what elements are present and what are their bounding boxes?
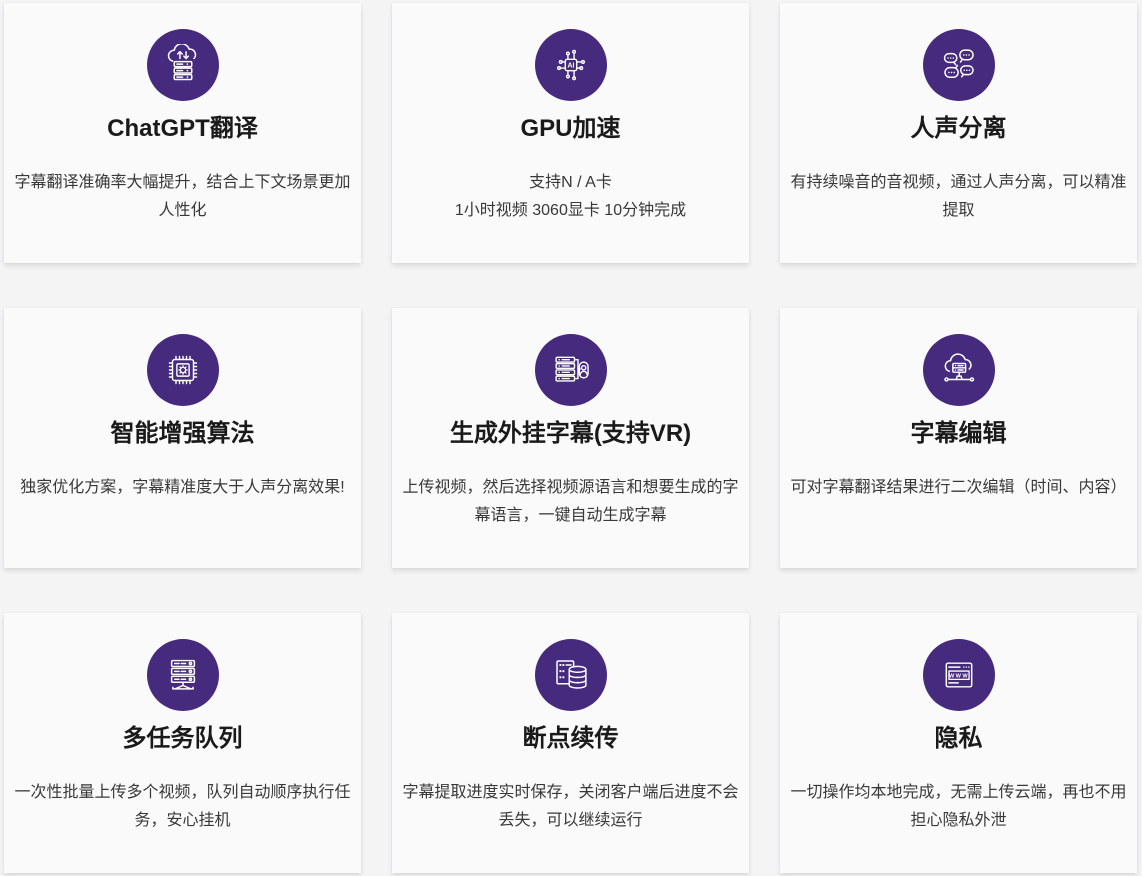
feature-card-subtitle-edit: 字幕编辑 可对字幕翻译结果进行二次编辑（时间、内容） <box>780 308 1137 568</box>
card-description: 一切操作均本地完成，无需上传云端，再也不用担心隐私外泄 <box>791 779 1127 835</box>
server-user-icon <box>550 349 592 391</box>
icon-badge <box>923 334 995 406</box>
feature-card-voice-separation: 人声分离 有持续噪音的音视频，通过人声分离，可以精准提取 <box>780 3 1137 263</box>
card-description: 支持N / A卡 1小时视频 3060显卡 10分钟完成 <box>403 169 739 225</box>
icon-badge <box>147 334 219 406</box>
feature-card-resume-transfer: 断点续传 字幕提取进度实时保存，关闭客户端后进度不会丢失，可以继续运行 <box>392 613 749 873</box>
feature-grid: ChatGPT翻译 字幕翻译准确率大幅提升，结合上下文场景更加人性化 AI GP… <box>0 0 1142 873</box>
server-database-icon <box>550 654 592 696</box>
svg-text:AI: AI <box>567 63 574 70</box>
ai-chip-icon: AI <box>550 44 592 86</box>
card-title: 多任务队列 <box>123 723 243 755</box>
card-title: ChatGPT翻译 <box>107 113 258 145</box>
icon-badge <box>923 29 995 101</box>
card-title: GPU加速 <box>520 113 620 145</box>
icon-badge <box>535 334 607 406</box>
card-title: 字幕编辑 <box>911 418 1007 450</box>
feature-card-chatgpt-translate: ChatGPT翻译 字幕翻译准确率大幅提升，结合上下文场景更加人性化 <box>4 3 361 263</box>
icon-badge <box>147 29 219 101</box>
card-description: 独家优化方案，字幕精准度大于人声分离效果! <box>15 474 351 502</box>
icon-badge <box>535 639 607 711</box>
card-title: 生成外挂字幕(支持VR) <box>450 418 691 450</box>
feature-card-gpu-acceleration: AI GPU加速 支持N / A卡 1小时视频 3060显卡 10分钟完成 <box>392 3 749 263</box>
svg-text:WWW: WWW <box>948 674 968 680</box>
card-description: 上传视频，然后选择视频源语言和想要生成的字幕语言，一键自动生成字幕 <box>403 474 739 530</box>
card-description: 有持续噪音的音视频，通过人声分离，可以精准提取 <box>791 169 1127 225</box>
card-description: 可对字幕翻译结果进行二次编辑（时间、内容） <box>791 474 1127 502</box>
voice-separation-chat-icon <box>938 44 980 86</box>
feature-card-task-queue: 多任务队列 一次性批量上传多个视频，队列自动顺序执行任务，安心挂机 <box>4 613 361 873</box>
feature-card-generate-subtitles: 生成外挂字幕(支持VR) 上传视频，然后选择视频源语言和想要生成的字幕语言，一键… <box>392 308 749 568</box>
card-title: 人声分离 <box>911 113 1007 145</box>
icon-badge: AI <box>535 29 607 101</box>
server-rack-icon <box>162 654 204 696</box>
browser-www-icon: WWW <box>938 654 980 696</box>
card-description: 字幕翻译准确率大幅提升，结合上下文场景更加人性化 <box>15 169 351 225</box>
cloud-transfer-server-icon <box>162 44 204 86</box>
card-title: 断点续传 <box>523 723 619 755</box>
cloud-server-network-icon <box>938 349 980 391</box>
chip-gear-icon <box>162 349 204 391</box>
icon-badge <box>147 639 219 711</box>
card-description: 一次性批量上传多个视频，队列自动顺序执行任务，安心挂机 <box>15 779 351 835</box>
icon-badge: WWW <box>923 639 995 711</box>
card-description: 字幕提取进度实时保存，关闭客户端后进度不会丢失，可以继续运行 <box>403 779 739 835</box>
feature-card-smart-enhance: 智能增强算法 独家优化方案，字幕精准度大于人声分离效果! <box>4 308 361 568</box>
card-title: 智能增强算法 <box>111 418 255 450</box>
feature-card-privacy: WWW 隐私 一切操作均本地完成，无需上传云端，再也不用担心隐私外泄 <box>780 613 1137 873</box>
card-title: 隐私 <box>935 723 983 755</box>
